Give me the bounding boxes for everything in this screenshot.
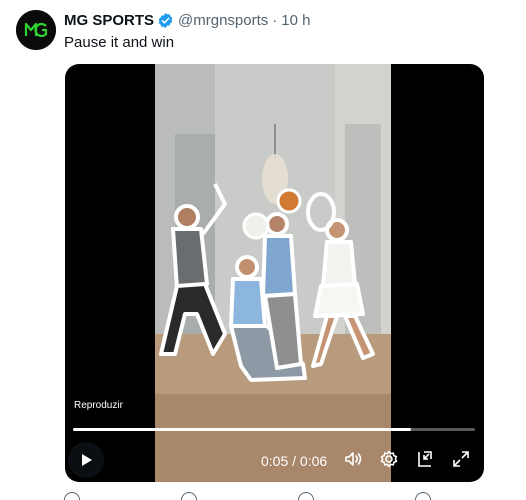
fullscreen-button[interactable] xyxy=(450,448,472,470)
volume-icon xyxy=(345,452,362,466)
tweet-timestamp[interactable]: 10 h xyxy=(281,12,310,29)
picture-in-picture-icon xyxy=(418,451,432,467)
header-separator: · xyxy=(272,11,278,29)
tweet-actions xyxy=(64,492,484,500)
fullscreen-icon xyxy=(453,451,469,467)
reply-icon[interactable] xyxy=(64,492,80,500)
playback-label: Reproduzir xyxy=(74,400,123,411)
tweet-text: Pause it and win xyxy=(64,34,175,51)
play-button[interactable] xyxy=(68,442,104,478)
video-progress-bar[interactable] xyxy=(73,428,475,431)
verified-badge-icon xyxy=(157,12,174,29)
volume-button[interactable] xyxy=(342,448,364,470)
video-frame[interactable] xyxy=(155,64,391,482)
tweet-header: MG SPORTS @mrgnsports · 10 h xyxy=(64,10,310,30)
mg-logo-icon xyxy=(16,10,56,50)
like-icon[interactable] xyxy=(298,492,314,500)
play-icon xyxy=(82,454,92,466)
picture-in-picture-button[interactable] xyxy=(414,448,436,470)
settings-icon xyxy=(380,450,398,468)
video-progress-fill xyxy=(73,428,411,431)
share-icon[interactable] xyxy=(415,492,431,500)
avatar[interactable] xyxy=(16,10,56,50)
retweet-icon[interactable] xyxy=(181,492,197,500)
author-name[interactable]: MG SPORTS xyxy=(64,12,154,29)
author-handle[interactable]: @mrgnsports xyxy=(178,12,268,29)
settings-button[interactable] xyxy=(378,448,400,470)
time-display: 0:05 / 0:06 xyxy=(261,453,328,469)
video-player[interactable]: Reproduzir 0:05 / 0:06 xyxy=(65,64,484,482)
